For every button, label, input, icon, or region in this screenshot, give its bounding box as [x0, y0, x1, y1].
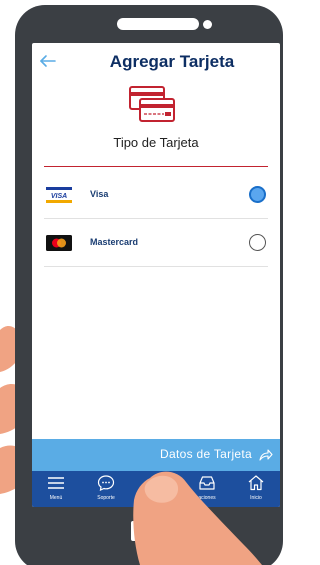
menu-icon	[48, 477, 64, 489]
card-option-label: Visa	[90, 189, 109, 199]
card-option-label: Mastercard	[90, 237, 139, 247]
nav-item-support[interactable]: Soporte	[82, 471, 130, 507]
card-option-mastercard[interactable]: Mastercard	[44, 220, 268, 266]
home-icon	[248, 475, 264, 491]
credit-card-icon	[129, 86, 175, 122]
nav-label: Inicio	[250, 495, 262, 501]
app-screen: Agregar Tarjeta Tipo de Tarjeta VISA Vis…	[32, 43, 280, 507]
phone-camera	[203, 20, 212, 29]
nav-label: Menú	[49, 495, 63, 501]
nav-label: aciones	[198, 495, 216, 501]
bottom-nav: Menú Soporte aciones Inicio	[32, 471, 280, 507]
card-option-visa[interactable]: VISA Visa	[44, 172, 268, 218]
divider	[44, 266, 268, 267]
chat-icon	[97, 475, 115, 491]
mastercard-logo	[46, 235, 72, 251]
section-subtitle: Tipo de Tarjeta	[113, 135, 199, 150]
divider	[44, 166, 268, 167]
nav-item-menu[interactable]: Menú	[32, 471, 80, 507]
inbox-icon	[199, 476, 215, 490]
back-arrow-icon[interactable]	[38, 53, 58, 69]
divider	[44, 218, 268, 219]
visa-logo: VISA	[46, 187, 72, 203]
phone-speaker	[117, 18, 199, 30]
nav-label: Soporte	[97, 495, 115, 501]
nav-item-home[interactable]: Inicio	[232, 471, 280, 507]
radio-visa[interactable]	[249, 186, 266, 203]
share-arrow-icon	[259, 449, 273, 461]
card-details-button[interactable]: Datos de Tarjeta	[32, 439, 280, 471]
phone-home-button	[131, 521, 169, 541]
header: Agregar Tarjeta	[32, 43, 280, 83]
card-details-button-label: Datos de Tarjeta	[160, 447, 252, 461]
svg-text:VISA: VISA	[51, 193, 67, 200]
page-title: Agregar Tarjeta	[109, 52, 235, 71]
radio-mastercard[interactable]	[249, 234, 266, 251]
nav-item-notifications[interactable]: aciones	[183, 471, 231, 507]
nav-item-hidden[interactable]	[132, 471, 180, 507]
